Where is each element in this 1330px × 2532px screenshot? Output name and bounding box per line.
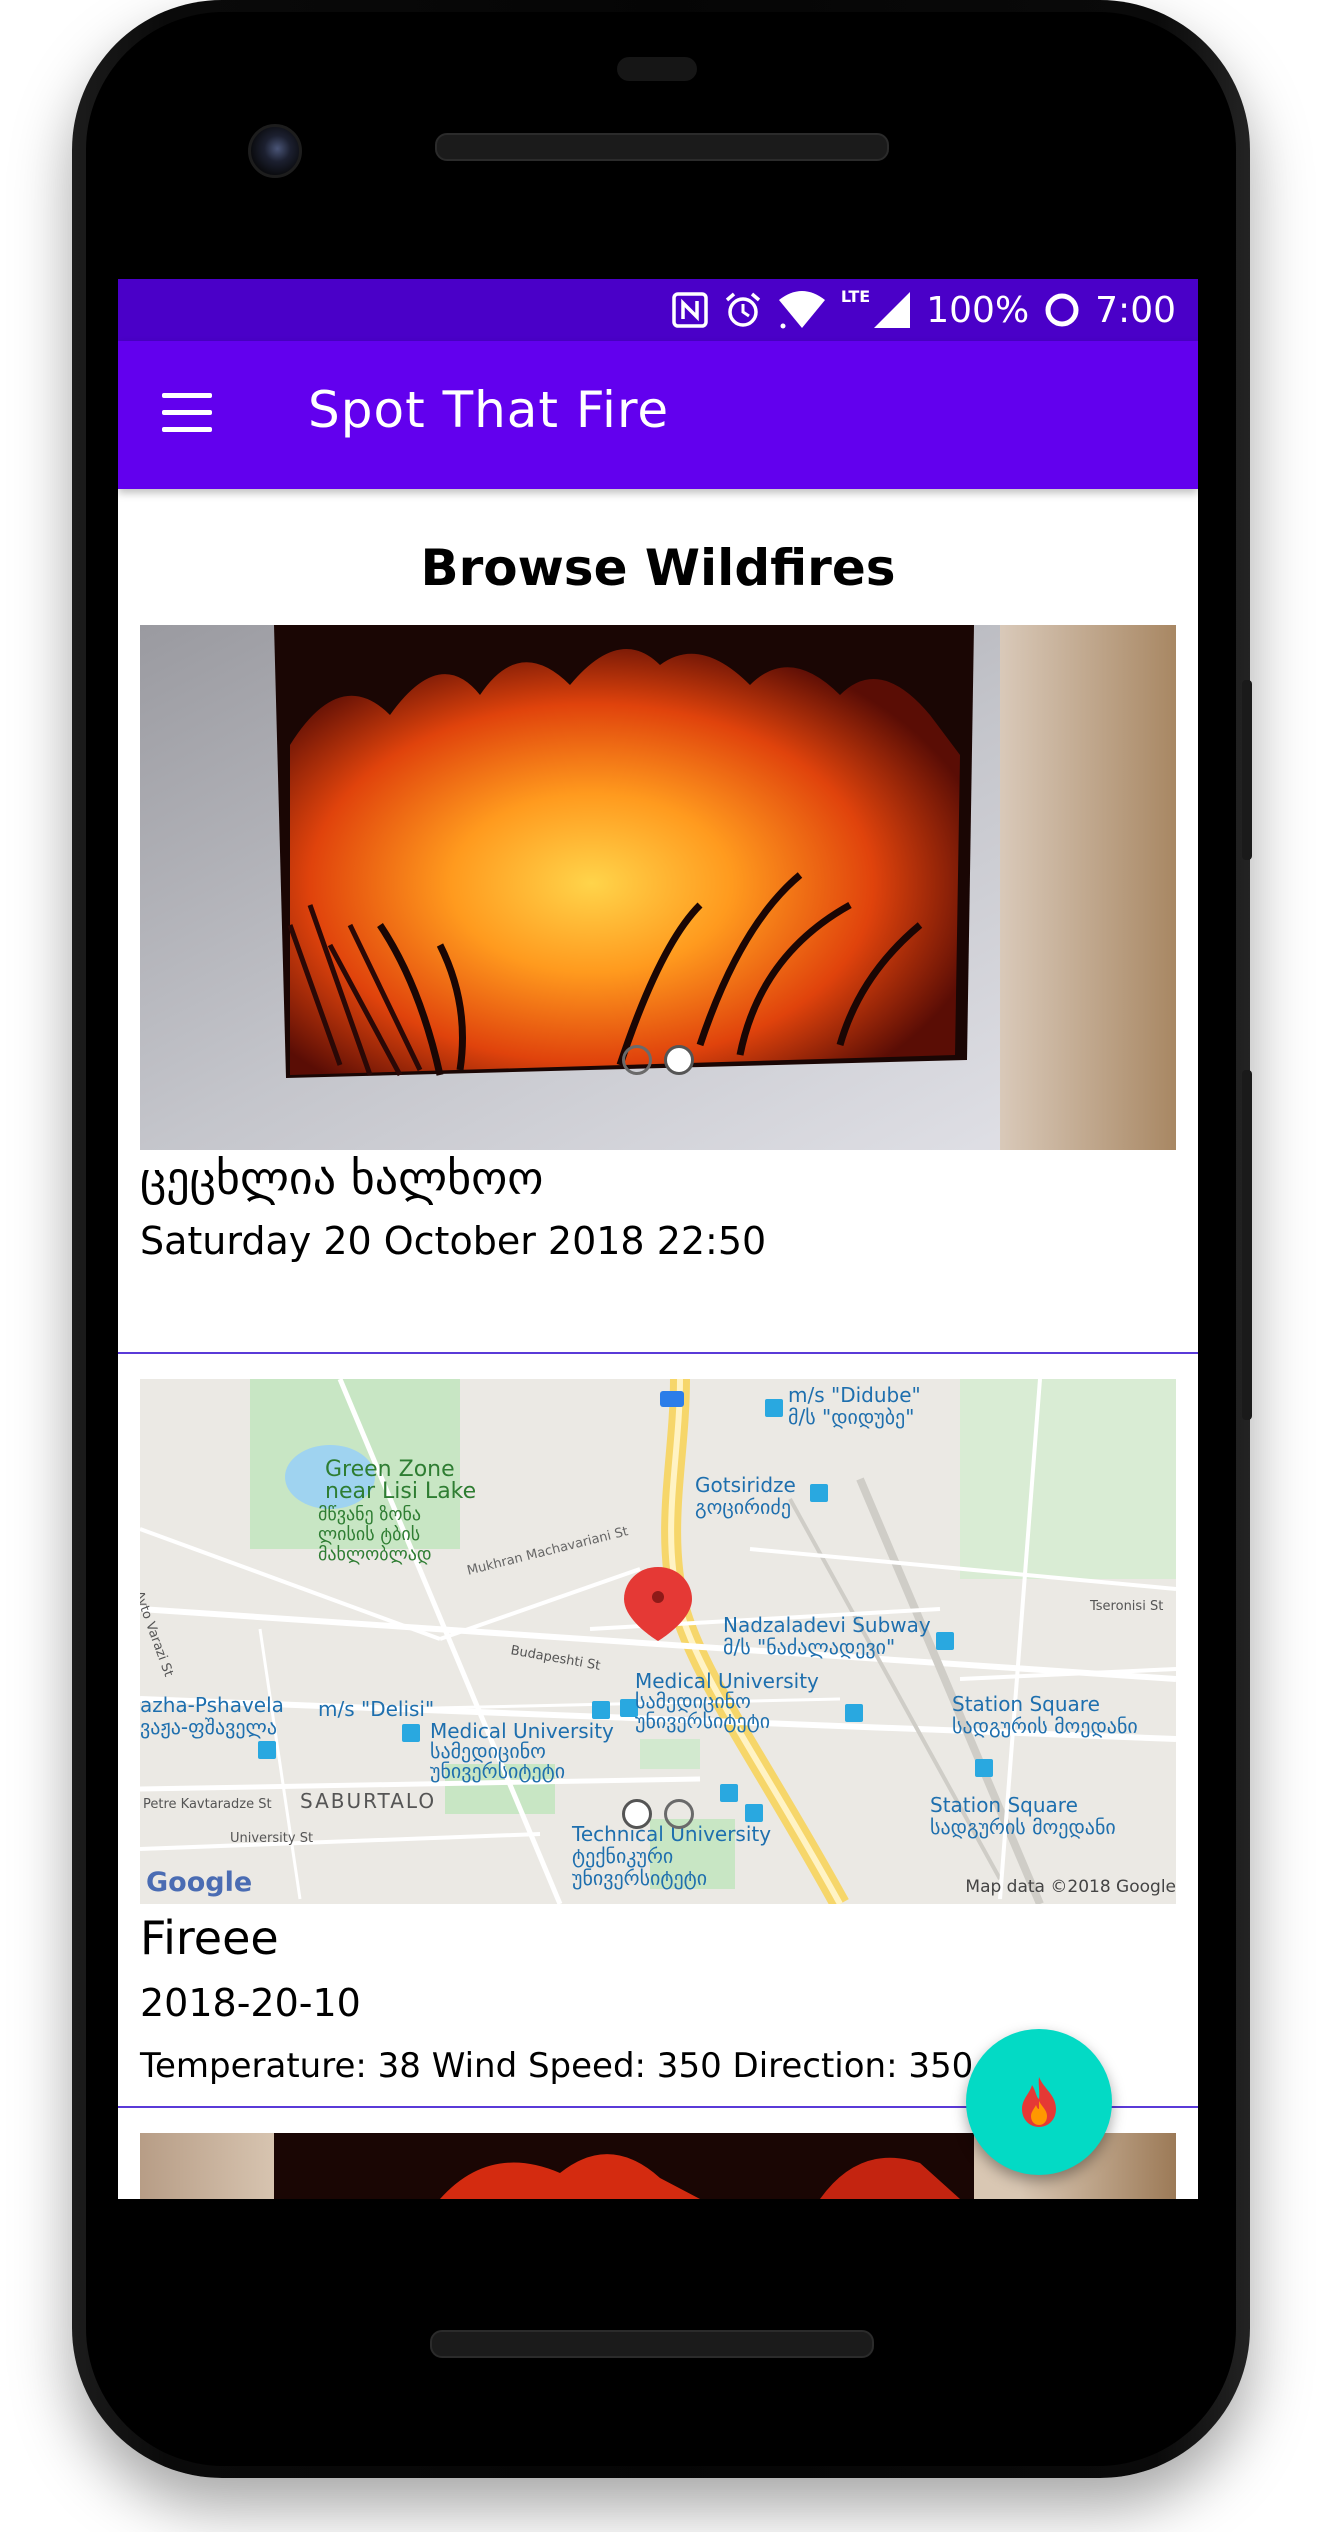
wildfire-list[interactable]: Browse Wildfires ცეცხლია ხალხოო Saturday…	[118, 489, 1198, 2199]
carousel-dot[interactable]	[664, 1799, 694, 1829]
power-button	[1242, 680, 1252, 860]
wildfire-details: Temperature: 38 Wind Speed: 350 Directio…	[140, 2046, 974, 2086]
wildfire-title: ცეცხლია ხალხოო	[140, 1151, 544, 1205]
wildfire-photo[interactable]	[140, 625, 1176, 1150]
volume-button	[1242, 1070, 1252, 1420]
network-type: LTE	[840, 287, 871, 306]
wildfire-title: Fireee	[140, 1911, 279, 1965]
carousel-indicator[interactable]	[140, 1045, 1176, 1075]
map-attribution: Map data ©2018 Google	[965, 1877, 1176, 1897]
card-divider	[118, 1352, 1198, 1354]
report-fire-button[interactable]	[966, 2029, 1112, 2175]
wildfire-date: 2018-20-10	[140, 1981, 361, 2025]
app-bar: Spot That Fire	[118, 341, 1198, 489]
carousel-dot[interactable]	[622, 1045, 652, 1075]
map-snapshot[interactable]: Green Zone near Lisi Lake მწვანე ზონა ლი…	[140, 1379, 1176, 1904]
bottom-speaker	[430, 2330, 874, 2358]
earpiece-speaker	[435, 133, 889, 161]
front-camera-icon	[248, 124, 302, 178]
map-label: Technical University ტექნიკური უნივერსიტ…	[572, 1822, 772, 1890]
map-label: Gotsiridze გოცირიძე	[695, 1473, 796, 1519]
alarm-icon	[725, 292, 760, 327]
map-label: m/s "Didube" მ/ს "დიდუბე"	[788, 1383, 921, 1429]
map-label: Medical University სამედიცინო უნივერსიტე…	[635, 1669, 819, 1733]
map-label: m/s "Delisi"	[318, 1697, 435, 1721]
menu-icon[interactable]	[162, 393, 212, 433]
map-label: Nadzaladevi Subway მ/ს "ნაძალადევი"	[723, 1613, 931, 1659]
map-label: Green Zone near Lisi Lake	[325, 1457, 477, 1504]
nfc-icon	[672, 292, 708, 328]
map-label: azha-Pshavela ვაჟა-ფშაველა	[140, 1693, 284, 1739]
map-label: University St	[230, 1831, 314, 1846]
carousel-dot-active[interactable]	[622, 1799, 652, 1829]
proximity-sensor	[617, 57, 697, 81]
carousel-indicator[interactable]	[140, 1799, 1176, 1829]
map-label: Tseronisi St	[1090, 1599, 1164, 1614]
map-label: Station Square სადგურის მოედანი	[952, 1692, 1138, 1738]
page-heading: Browse Wildfires	[420, 539, 896, 597]
clock: 7:00	[1095, 289, 1176, 331]
signal-icon	[874, 292, 911, 328]
map-label: Medical University სამედიცინო უნივერსიტე…	[430, 1719, 614, 1783]
wifi-icon	[778, 291, 825, 329]
wildfire-date: Saturday 20 October 2018 22:50	[140, 1219, 767, 1263]
map-label: მწვანე ზონა ლისის ტბის მახლობლად	[318, 1504, 432, 1565]
status-bar: LTE 100% 7:00	[118, 279, 1198, 341]
battery-icon	[1045, 293, 1079, 327]
app-screen: LTE 100% 7:00 Spot That Fire Browse Wild…	[118, 279, 1198, 2199]
fire-icon	[1022, 2077, 1056, 2127]
map-logo: Google	[146, 1867, 253, 1898]
carousel-dot-active[interactable]	[664, 1045, 694, 1075]
battery-percentage: 100%	[926, 289, 1030, 331]
app-title: Spot That Fire	[308, 381, 670, 439]
